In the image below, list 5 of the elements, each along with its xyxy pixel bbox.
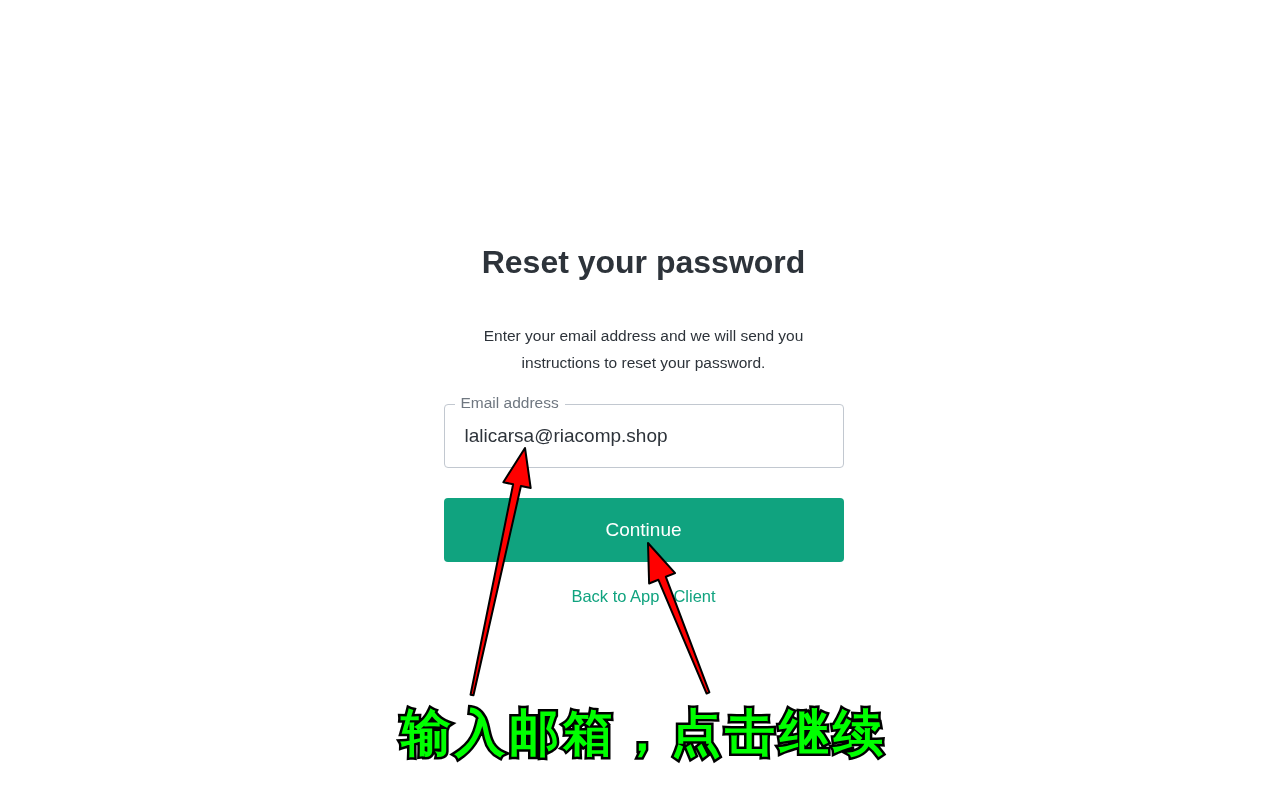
annotation-caption: 输入邮箱，点击继续 (400, 704, 887, 761)
description: Enter your email address and we will send you instructions to reset your password. (482, 326, 805, 373)
page-title: Reset your password (481, 243, 806, 282)
continue-button[interactable]: Continue (443, 498, 844, 562)
back-link[interactable]: Back to App Client (571, 584, 716, 609)
